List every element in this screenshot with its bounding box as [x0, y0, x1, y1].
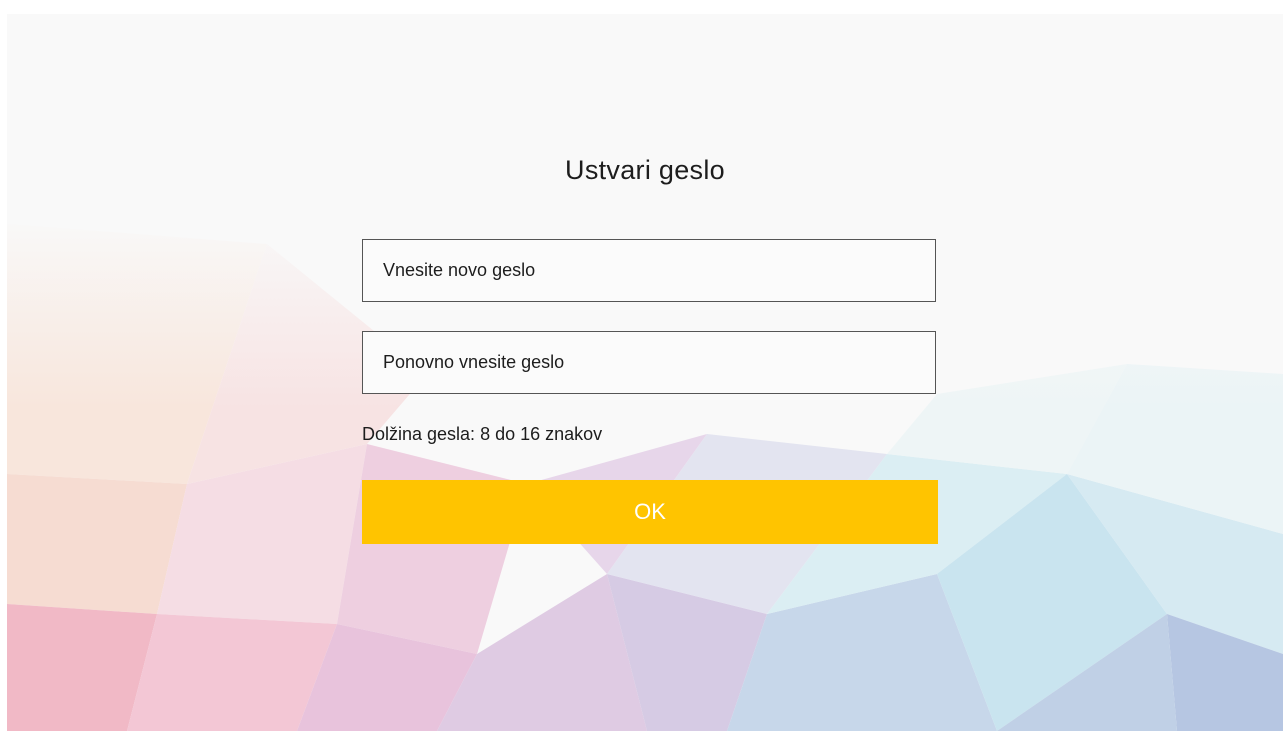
new-password-input[interactable]	[363, 240, 935, 301]
password-length-hint: Dolžina gesla: 8 do 16 znakov	[362, 424, 603, 444]
new-password-field[interactable]	[362, 239, 936, 302]
repeat-password-input[interactable]	[363, 332, 935, 393]
password-screen: Ustvari geslo Dolžina gesla: 8 do 16 zna…	[7, 14, 1283, 731]
ok-button[interactable]: OK	[362, 480, 938, 544]
page-title: Ustvari geslo	[565, 155, 725, 185]
repeat-password-field[interactable]	[362, 331, 936, 394]
